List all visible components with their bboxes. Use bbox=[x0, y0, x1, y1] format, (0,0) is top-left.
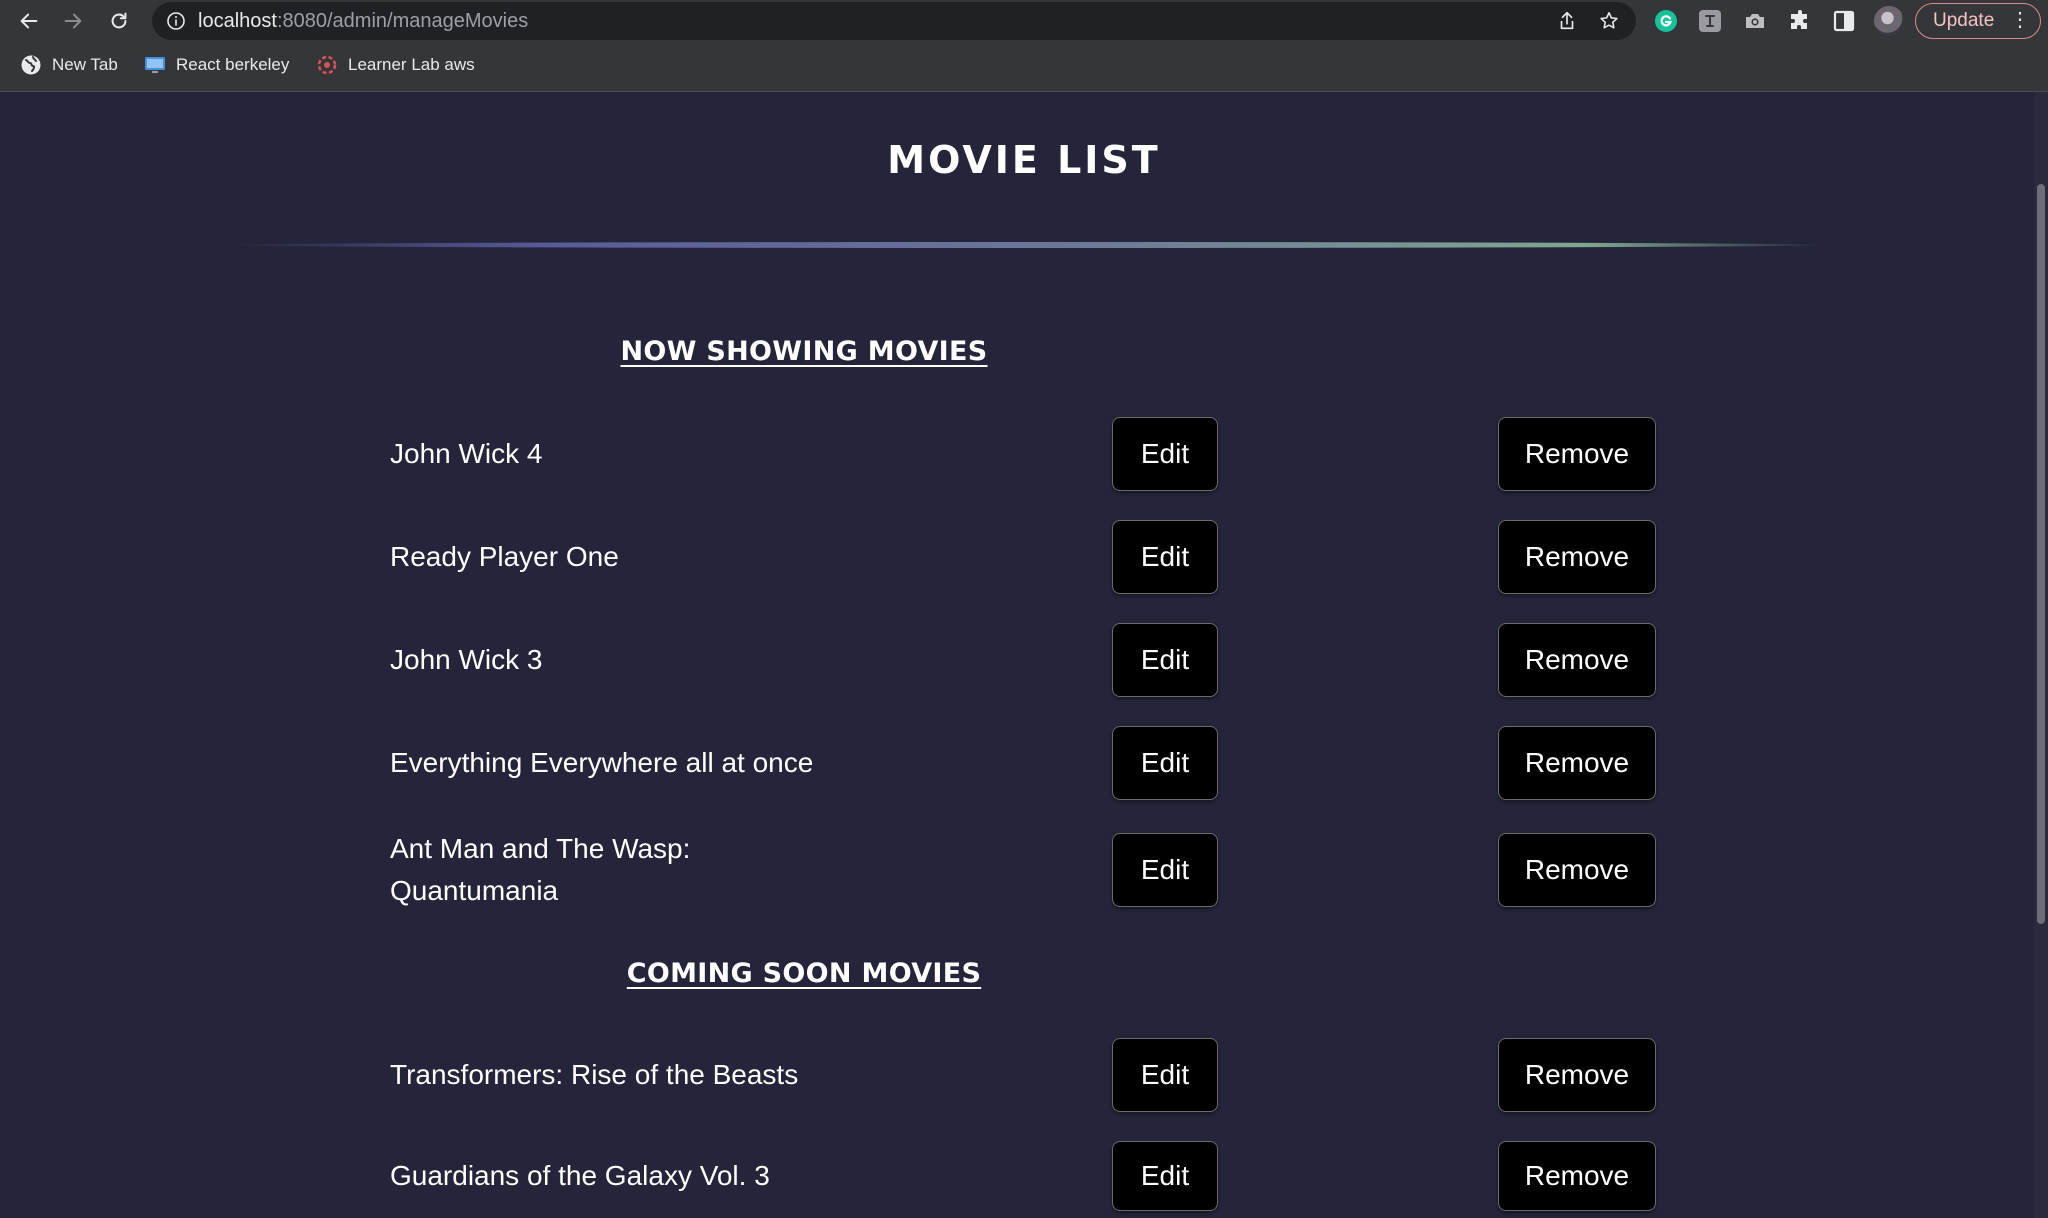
edit-button[interactable]: Edit bbox=[1112, 726, 1218, 800]
bookmarks-bar: New Tab React berkeley Learner Lab aws bbox=[0, 48, 2048, 82]
edit-button[interactable]: Edit bbox=[1112, 833, 1218, 907]
translate-extension[interactable] bbox=[1698, 9, 1722, 33]
extensions-button[interactable] bbox=[1788, 9, 1812, 33]
reload-button[interactable] bbox=[104, 6, 134, 36]
bookmark-label: Learner Lab aws bbox=[348, 55, 475, 74]
now-showing-heading: NOW SHOWING MOVIES bbox=[620, 336, 988, 367]
gradient-divider bbox=[222, 242, 1826, 248]
url-path: :8080/admin/manageMovies bbox=[276, 10, 529, 32]
edit-button[interactable]: Edit bbox=[1112, 623, 1218, 697]
bookmark-learner-lab-aws[interactable]: Learner Lab aws bbox=[316, 51, 475, 79]
movie-title: John Wick 4 bbox=[390, 438, 543, 469]
camera-icon bbox=[1746, 14, 1764, 28]
address-bar[interactable]: localhost:8080/admin/manageMovies bbox=[152, 2, 1636, 40]
forward-arrow-icon bbox=[64, 13, 82, 29]
bookmark-react-berkeley[interactable]: React berkeley bbox=[144, 51, 289, 79]
reload-icon bbox=[111, 12, 127, 29]
translate-extension-icon bbox=[1699, 10, 1721, 32]
edit-button[interactable]: Edit bbox=[1112, 520, 1218, 594]
profile-avatar[interactable] bbox=[1874, 6, 1904, 36]
share-icon[interactable] bbox=[1556, 10, 1578, 32]
monitor-icon bbox=[144, 54, 166, 76]
movie-title: Transformers: Rise of the Beasts bbox=[390, 1059, 799, 1090]
browser-toolbar: localhost:8080/admin/manageMovies Update… bbox=[0, 0, 2048, 42]
update-button[interactable]: Update ⋮ bbox=[1915, 3, 2041, 39]
page-content: MOVIE LIST NOW SHOWING MOVIES John Wick … bbox=[0, 92, 2048, 1218]
movie-title: Ant Man and The Wasp: Quantumania bbox=[390, 833, 691, 906]
edit-button[interactable]: Edit bbox=[1112, 1141, 1218, 1211]
back-arrow-icon bbox=[20, 13, 38, 29]
coming-soon-heading: COMING SOON MOVIES bbox=[626, 958, 982, 989]
globe-icon bbox=[20, 54, 42, 76]
grammarly-extension[interactable] bbox=[1654, 9, 1678, 33]
edit-button[interactable]: Edit bbox=[1112, 1038, 1218, 1112]
menu-kebab-icon[interactable]: ⋮ bbox=[2010, 4, 2030, 37]
url-host: localhost bbox=[198, 10, 277, 32]
page-scrollbar[interactable] bbox=[2034, 92, 2048, 1218]
browser-chrome: localhost:8080/admin/manageMovies Update… bbox=[0, 0, 2048, 92]
bookmark-label: New Tab bbox=[52, 55, 118, 74]
forward-button[interactable] bbox=[58, 6, 88, 36]
remove-button[interactable]: Remove bbox=[1498, 1038, 1656, 1112]
bookmark-label: React berkeley bbox=[176, 55, 290, 74]
puzzle-icon bbox=[1791, 10, 1807, 29]
movie-title: Guardians of the Galaxy Vol. 3 bbox=[390, 1160, 770, 1191]
movie-title: Everything Everywhere all at once bbox=[390, 747, 814, 778]
site-info-icon[interactable] bbox=[166, 11, 186, 31]
bookmark-star-icon[interactable] bbox=[1598, 10, 1620, 32]
bookmark-new-tab[interactable]: New Tab bbox=[20, 51, 118, 79]
url-text: localhost:8080/admin/manageMovies bbox=[198, 10, 528, 32]
screenshot-extension[interactable] bbox=[1743, 9, 1767, 33]
page-title: MOVIE LIST bbox=[887, 138, 1161, 182]
aws-lab-icon bbox=[316, 54, 338, 76]
remove-button[interactable]: Remove bbox=[1498, 623, 1656, 697]
update-label: Update bbox=[1933, 10, 1995, 31]
movie-title: John Wick 3 bbox=[390, 644, 543, 675]
side-panel-button[interactable] bbox=[1832, 9, 1856, 33]
side-panel-icon bbox=[1833, 10, 1855, 32]
remove-button[interactable]: Remove bbox=[1498, 520, 1656, 594]
back-button[interactable] bbox=[14, 6, 44, 36]
remove-button[interactable]: Remove bbox=[1498, 417, 1656, 491]
edit-button[interactable]: Edit bbox=[1112, 417, 1218, 491]
scrollbar-thumb[interactable] bbox=[2037, 184, 2045, 924]
remove-button[interactable]: Remove bbox=[1498, 833, 1656, 907]
grammarly-icon bbox=[1655, 10, 1677, 32]
movie-title: Ready Player One bbox=[390, 541, 619, 572]
remove-button[interactable]: Remove bbox=[1498, 726, 1656, 800]
remove-button[interactable]: Remove bbox=[1498, 1141, 1656, 1211]
